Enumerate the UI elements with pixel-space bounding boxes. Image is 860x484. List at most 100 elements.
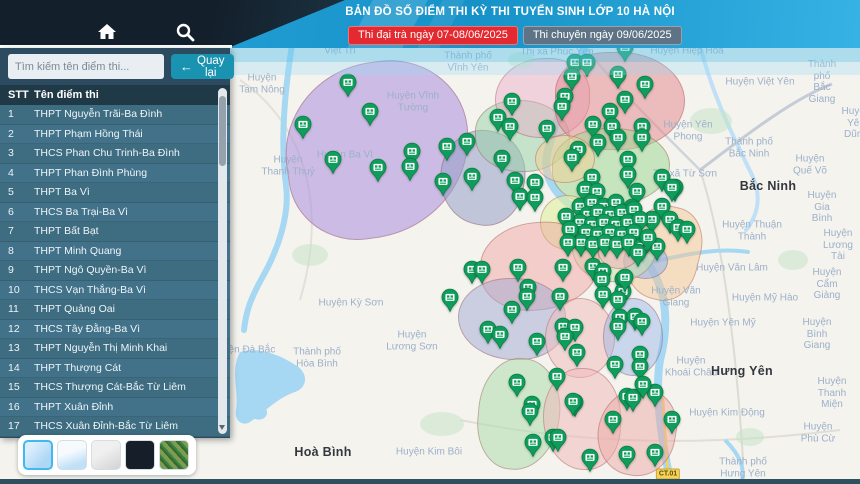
exam-site-marker-icon[interactable] [528, 332, 547, 357]
exam-site-marker-icon[interactable] [369, 158, 388, 183]
exam-site-marker-icon[interactable] [324, 150, 343, 175]
exam-site-marker-icon[interactable] [636, 75, 655, 100]
exam-site-marker-icon[interactable] [634, 375, 653, 400]
search-input[interactable] [8, 54, 164, 79]
row-stt: 16 [0, 401, 34, 413]
table-row[interactable]: 13THPT Nguyễn Thị Minh Khai [0, 339, 230, 359]
table-row[interactable]: 12THCS Tây Đằng-Ba Vì [0, 320, 230, 340]
table-row[interactable]: 11THPT Quảng Oai [0, 300, 230, 320]
exam-site-marker-icon[interactable] [491, 325, 510, 350]
table-row[interactable]: 16THPT Xuân Đỉnh [0, 398, 230, 418]
exam-site-marker-icon[interactable] [633, 312, 652, 337]
terrain-patch [736, 428, 764, 446]
exam-site-marker-icon[interactable] [294, 115, 313, 140]
row-stt: 8 [0, 245, 34, 257]
row-school-name: THCS Phan Chu Trinh-Ba Đình [34, 147, 230, 159]
exam-site-marker-icon[interactable] [458, 132, 477, 157]
scrollbar-down-arrow[interactable] [218, 422, 227, 432]
page-title: BẢN ĐỒ SỐ ĐIỂM THI KỲ THI TUYỂN SINH LỚP… [285, 6, 735, 18]
basemap-blue-thumbnail[interactable] [23, 440, 53, 470]
home-icon[interactable] [95, 20, 119, 44]
exam-site-marker-icon[interactable] [609, 65, 628, 90]
exam-site-marker-icon[interactable] [538, 119, 557, 144]
table-row[interactable]: 9THPT Ngô Quyền-Ba Vì [0, 261, 230, 281]
terrain-patch [778, 250, 808, 270]
exam-site-marker-icon[interactable] [568, 343, 587, 368]
exam-site-marker-icon[interactable] [609, 317, 628, 342]
exam-site-marker-icon[interactable] [589, 133, 608, 158]
scrollbar-thumb[interactable] [219, 96, 226, 166]
basemap-light-thumbnail[interactable] [57, 440, 87, 470]
sidebar-search-row: ← Quay lại [0, 48, 230, 85]
table-row[interactable]: 14THPT Thượng Cát [0, 359, 230, 379]
table-row[interactable]: 10THCS Vạn Thắng-Ba Vì [0, 281, 230, 301]
row-stt: 17 [0, 420, 34, 432]
column-header-name: Tên điểm thi [34, 89, 230, 101]
exam-site-marker-icon[interactable] [559, 233, 578, 258]
exam-site-marker-icon[interactable] [678, 220, 697, 245]
exam-site-marker-icon[interactable] [606, 355, 625, 380]
exam-site-marker-icon[interactable] [501, 117, 520, 142]
basemap-satellite-thumbnail[interactable] [159, 440, 189, 470]
exam-site-marker-icon[interactable] [548, 367, 567, 392]
table-row[interactable]: 4THPT Phan Đình Phùng [0, 164, 230, 184]
exam-site-marker-icon[interactable] [521, 402, 540, 427]
exam-site-marker-icon[interactable] [604, 410, 623, 435]
app-window: Việt TrìHuyện Tam NôngThành phố Vĩnh Yên… [0, 0, 860, 484]
exam-site-marker-icon[interactable] [663, 410, 682, 435]
exam-site-marker-icon[interactable] [463, 167, 482, 192]
row-stt: 5 [0, 186, 34, 198]
row-stt: 4 [0, 167, 34, 179]
table-row[interactable]: 5THPT Ba Vì [0, 183, 230, 203]
exam-site-marker-icon[interactable] [503, 92, 522, 117]
row-school-name: THPT Bất Bạt [34, 225, 230, 237]
basemap-gray-thumbnail[interactable] [91, 440, 121, 470]
exam-site-marker-icon[interactable] [549, 428, 568, 453]
exam-site-marker-icon[interactable] [361, 102, 380, 127]
exam-site-marker-icon[interactable] [434, 172, 453, 197]
exam-site-marker-icon[interactable] [524, 433, 543, 458]
exam-site-marker-icon[interactable] [616, 268, 635, 293]
exam-site-marker-icon[interactable] [503, 300, 522, 325]
table-body: 1THPT Nguyễn Trãi-Ba Đình2THPT Phạm Hồng… [0, 105, 230, 437]
search-icon[interactable] [173, 20, 197, 44]
back-button[interactable]: ← Quay lại [171, 54, 234, 79]
exam-site-marker-icon[interactable] [553, 97, 572, 122]
row-school-name: THCS Vạn Thắng-Ba Vì [34, 284, 230, 296]
exam-site-marker-icon[interactable] [564, 392, 583, 417]
exam-site-marker-icon[interactable] [563, 148, 582, 173]
exam-site-marker-icon[interactable] [401, 157, 420, 182]
table-row[interactable]: 8THPT Minh Quang [0, 242, 230, 262]
exam-site-marker-icon[interactable] [646, 443, 665, 468]
exam-date-button-main[interactable]: Thi đại trà ngày 07-08/06/2025 [348, 26, 518, 45]
exam-site-marker-icon[interactable] [581, 448, 600, 473]
table-row[interactable]: 6THCS Ba Trại-Ba Vì [0, 203, 230, 223]
exam-site-marker-icon[interactable] [526, 188, 545, 213]
row-stt: 6 [0, 206, 34, 218]
row-stt: 1 [0, 108, 34, 120]
table-row[interactable]: 2THPT Phạm Hồng Thái [0, 125, 230, 145]
exam-site-marker-icon[interactable] [639, 228, 658, 253]
table-row[interactable]: 1THPT Nguyễn Trãi-Ba Đình [0, 105, 230, 125]
terrain-patch [508, 52, 534, 68]
exam-site-marker-icon[interactable] [438, 137, 457, 162]
table-row[interactable]: 17THCS Xuân Đỉnh-Bắc Từ Liêm [0, 417, 230, 437]
exam-site-marker-icon[interactable] [473, 260, 492, 285]
exam-site-marker-icon[interactable] [554, 258, 573, 283]
table-row[interactable]: 15THCS Thượng Cát-Bắc Từ Liêm [0, 378, 230, 398]
basemap-dark-thumbnail[interactable] [125, 440, 155, 470]
exam-site-marker-icon[interactable] [339, 73, 358, 98]
table-row[interactable]: 3THCS Phan Chu Trinh-Ba Đình [0, 144, 230, 164]
row-school-name: THPT Xuân Đỉnh [34, 401, 230, 413]
terrain-patch [690, 108, 732, 134]
table-row[interactable]: 7THPT Bất Bạt [0, 222, 230, 242]
exam-site-marker-icon[interactable] [618, 445, 637, 470]
terrain-patch [420, 412, 464, 436]
exam-date-button-specialized[interactable]: Thi chuyên ngày 09/06/2025 [523, 26, 682, 45]
exam-sites-table: STT Tên điểm thi 1THPT Nguyễn Trãi-Ba Đì… [0, 85, 230, 437]
column-header-stt: STT [0, 89, 34, 101]
exam-site-marker-icon[interactable] [551, 287, 570, 312]
row-school-name: THPT Minh Quang [34, 245, 230, 257]
exam-site-marker-icon[interactable] [441, 288, 460, 313]
sidebar-scrollbar[interactable] [218, 88, 227, 434]
